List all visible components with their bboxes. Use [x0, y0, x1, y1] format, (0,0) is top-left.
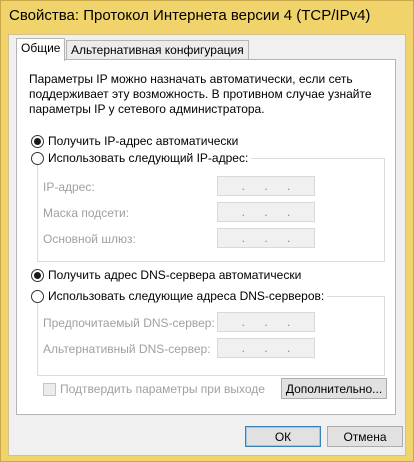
tab-alternate-configuration[interactable]: Альтернативная конфигурация	[66, 40, 249, 59]
tab-alternate-configuration-label: Альтернативная конфигурация	[71, 43, 244, 57]
radio-dns-manual[interactable]: Использовать следующие адреса DNS-сервер…	[31, 289, 328, 303]
ok-button[interactable]: ОК	[245, 426, 321, 447]
window-title: Свойства: Протокол Интернета версии 4 (T…	[9, 7, 371, 24]
radio-ip-auto[interactable]: Получить IP-адрес автоматически	[31, 134, 242, 148]
radio-dns-manual-label: Использовать следующие адреса DNS-сервер…	[48, 289, 325, 303]
cancel-button[interactable]: Отмена	[327, 426, 403, 447]
intro-text: Параметры IP можно назначать автоматичес…	[29, 72, 372, 116]
radio-dns-manual-circle[interactable]	[31, 289, 44, 303]
default-gateway-label: Основной шлюз:	[43, 232, 136, 246]
validate-settings-checkbox-row[interactable]: Подтвердить параметры при выходе	[43, 382, 265, 396]
default-gateway-input[interactable]: ...	[217, 228, 315, 248]
subnet-mask-label: Маска подсети:	[43, 206, 130, 220]
tab-panel-general: Параметры IP можно назначать автоматичес…	[16, 59, 396, 415]
subnet-mask-input[interactable]: ...	[217, 202, 315, 222]
ip-address-label: IP-адрес:	[43, 180, 95, 194]
radio-ip-manual-circle[interactable]	[31, 151, 44, 165]
radio-ip-auto-label: Получить IP-адрес автоматически	[48, 134, 239, 148]
radio-ip-manual[interactable]: Использовать следующий IP-адрес:	[31, 151, 252, 165]
radio-dns-auto-label: Получить адрес DNS-сервера автоматически	[48, 268, 302, 282]
dialog-window: Свойства: Протокол Интернета версии 4 (T…	[0, 0, 414, 462]
title-bar[interactable]: Свойства: Протокол Интернета версии 4 (T…	[1, 1, 413, 34]
dialog-client-area: Общие Альтернативная конфигурация Параме…	[8, 34, 406, 456]
radio-ip-auto-circle[interactable]	[31, 134, 44, 148]
radio-dns-auto-circle[interactable]	[31, 268, 44, 282]
validate-settings-label: Подтвердить параметры при выходе	[60, 382, 265, 396]
alternate-dns-input[interactable]: ...	[217, 338, 315, 358]
preferred-dns-label: Предпочитаемый DNS-сервер:	[43, 316, 215, 330]
advanced-button[interactable]: Дополнительно...	[281, 378, 387, 399]
radio-ip-manual-label: Использовать следующий IP-адрес:	[48, 151, 249, 165]
alternate-dns-label: Альтернативный DNS-сервер:	[43, 342, 211, 356]
tab-general-label: Общие	[21, 41, 61, 55]
radio-dns-auto[interactable]: Получить адрес DNS-сервера автоматически	[31, 268, 305, 282]
tab-general[interactable]: Общие	[16, 38, 66, 61]
ip-address-input[interactable]: ...	[217, 176, 315, 196]
dns-manual-group	[37, 296, 385, 376]
preferred-dns-input[interactable]: ...	[217, 312, 315, 332]
validate-settings-checkbox[interactable]	[43, 382, 56, 396]
